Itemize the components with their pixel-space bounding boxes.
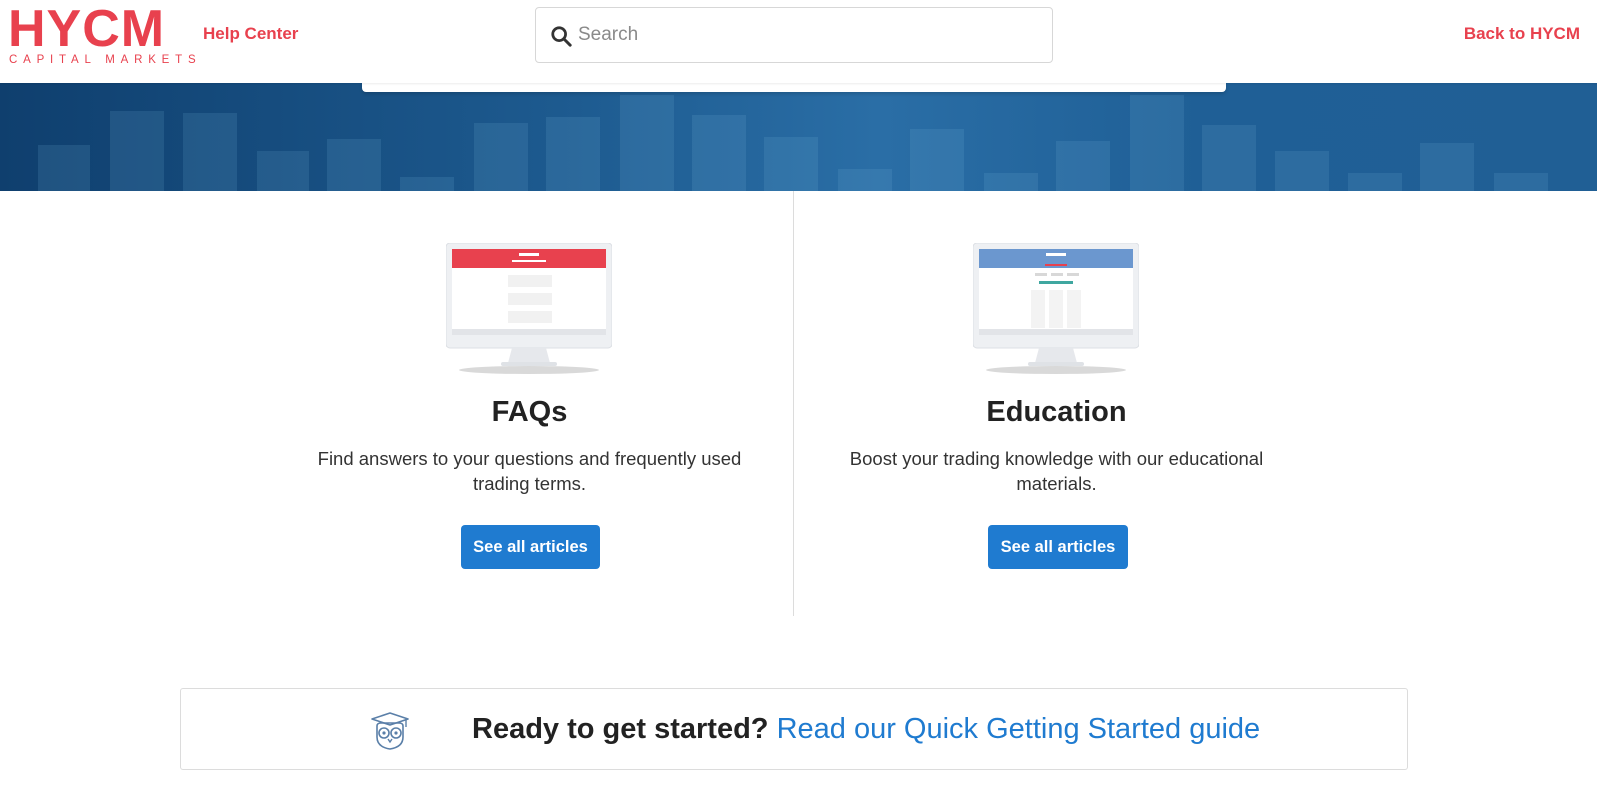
category-title: Education (986, 396, 1127, 428)
search-icon (551, 26, 572, 47)
getting-started-lead: Ready to get started? (472, 713, 769, 745)
faq-screen-header (452, 249, 606, 268)
education-see-all-articles-button[interactable]: See all articles (988, 525, 1128, 569)
category-description: Boost your trading knowledge with our ed… (849, 448, 1264, 494)
hero-banner (0, 83, 1597, 191)
categories-section: FAQs Find answers to your questions and … (0, 191, 1597, 616)
faq-monitor-illustration (446, 243, 612, 374)
back-to-hycm-link[interactable]: Back to HYCM (1464, 24, 1580, 44)
site-header: HYCM CAPITAL MARKETS Help Center Back to… (0, 0, 1597, 83)
education-monitor-illustration (973, 243, 1139, 374)
faqs-see-all-articles-button[interactable]: See all articles (461, 525, 600, 569)
category-description: Find answers to your questions and frequ… (317, 448, 742, 494)
getting-started-banner: Ready to get started? Read our Quick Get… (180, 688, 1408, 770)
logo-wordmark: HYCM (8, 0, 166, 58)
owl-graduation-icon (371, 712, 409, 750)
help-center-link[interactable]: Help Center (203, 24, 298, 44)
search-input[interactable] (574, 9, 1044, 61)
quick-start-guide-link[interactable]: Read our Quick Getting Started guide (777, 713, 1261, 745)
category-title: FAQs (491, 396, 568, 428)
logo-subtitle: CAPITAL MARKETS (9, 54, 202, 66)
search-box[interactable] (535, 7, 1053, 63)
search-card-edge (362, 83, 1226, 92)
hycm-logo[interactable]: HYCM CAPITAL MARKETS (8, 0, 196, 66)
getting-started-text: Ready to get started? Read our Quick Get… (472, 709, 1260, 749)
